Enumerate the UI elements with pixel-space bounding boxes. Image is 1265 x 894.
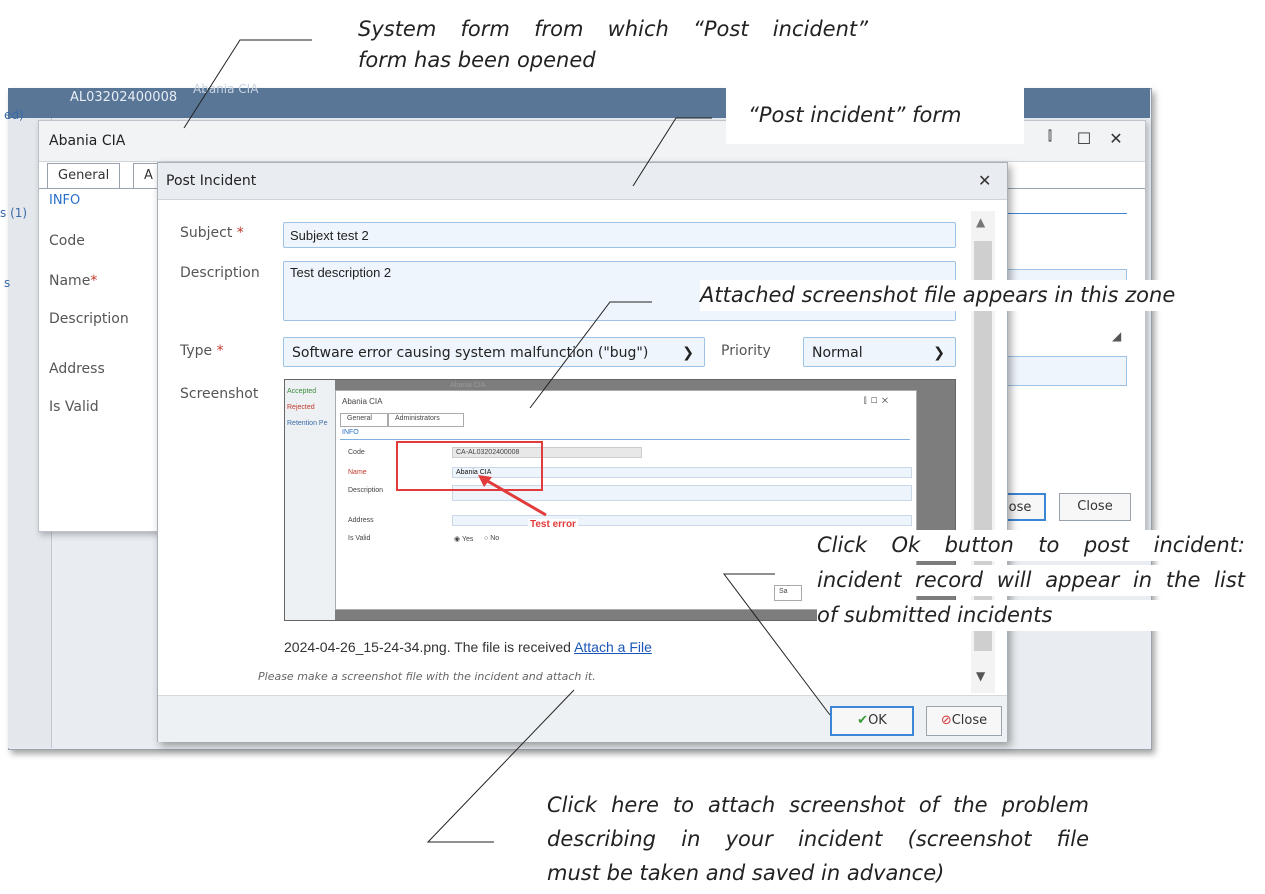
leader-line-attached-zone — [529, 301, 652, 409]
leader-line-ok — [722, 573, 831, 716]
leader-line-post-incident — [632, 117, 712, 187]
leader-line-attach — [426, 689, 575, 843]
callout-lines — [183, 39, 831, 843]
leader-line-system-form — [183, 39, 312, 129]
